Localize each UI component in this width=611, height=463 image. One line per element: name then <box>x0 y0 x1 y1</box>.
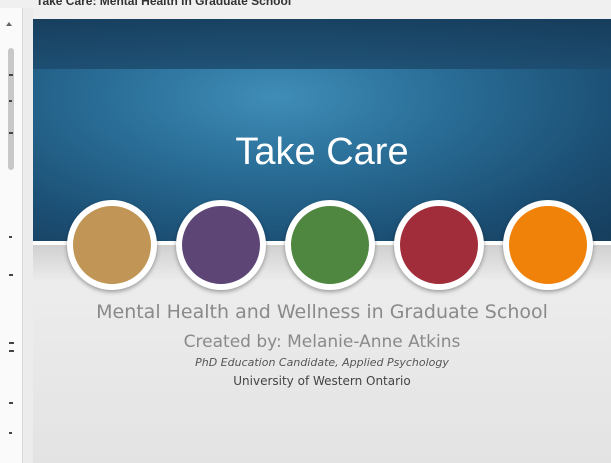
ruler-tick <box>9 402 13 404</box>
ruler-tick <box>9 132 13 134</box>
document-title: Take Care: Mental Health in Graduate Sch… <box>36 0 292 8</box>
ruler-tick <box>9 74 13 76</box>
red-circle <box>394 200 484 290</box>
ruler-tick <box>9 274 13 276</box>
university-line[interactable]: University of Western Ontario <box>33 374 611 388</box>
slide-canvas[interactable]: Take Care Mental Health and Wellness in … <box>33 19 611 463</box>
purple-circle <box>176 200 266 290</box>
ruler-tick <box>9 432 12 434</box>
slide-thumbnail-pane[interactable] <box>0 8 23 463</box>
slide-title[interactable]: Take Care <box>33 131 611 174</box>
ruler-tick <box>9 100 12 102</box>
editor-gutter <box>23 8 33 463</box>
tan-circle <box>67 200 157 290</box>
slide-subtitle[interactable]: Mental Health and Wellness in Graduate S… <box>33 301 611 323</box>
ruler-tick <box>9 236 12 238</box>
scroll-up-arrow-icon[interactable] <box>6 22 12 26</box>
green-circle <box>285 200 375 290</box>
orange-circle <box>503 200 593 290</box>
ruler-tick <box>9 342 14 344</box>
creator-line[interactable]: Created by: Melanie-Anne Atkins <box>33 332 611 352</box>
role-line[interactable]: PhD Education Candidate, Applied Psychol… <box>33 356 611 369</box>
banner-top-strip <box>33 19 611 69</box>
scrollbar-thumb[interactable] <box>8 48 14 170</box>
ruler-tick <box>9 350 14 352</box>
